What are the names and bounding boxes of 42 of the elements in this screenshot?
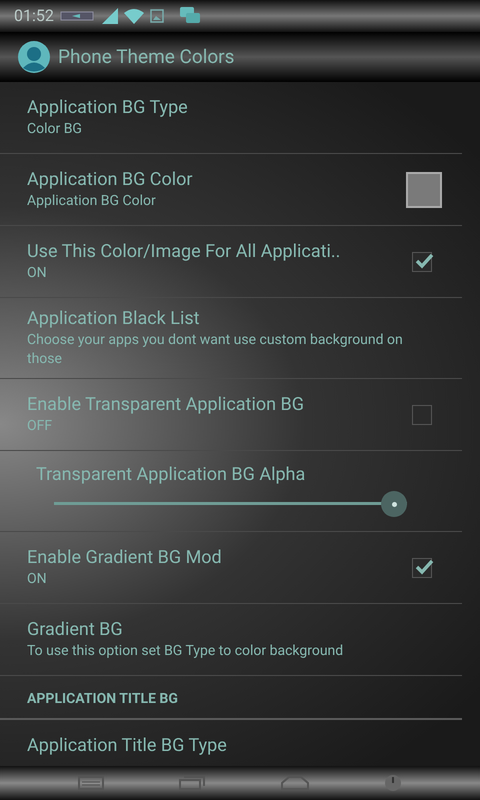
slider-thumb[interactable] bbox=[381, 491, 407, 517]
menu-icon[interactable] bbox=[78, 776, 104, 790]
chat-icon bbox=[180, 7, 200, 25]
home-icon[interactable] bbox=[280, 776, 309, 790]
setting-row[interactable]: Application BG Type Color BG bbox=[0, 82, 462, 154]
setting-row[interactable]: Application BG Color Application BG Color bbox=[0, 154, 462, 226]
setting-summary: ON bbox=[27, 264, 48, 283]
checkbox[interactable] bbox=[412, 252, 432, 272]
power-icon[interactable] bbox=[384, 774, 402, 792]
checkbox[interactable] bbox=[412, 558, 432, 578]
setting-summary: ON bbox=[27, 570, 48, 589]
signal-icon bbox=[102, 8, 118, 24]
setting-summary: Choose your apps you dont want use custom background on those bbox=[27, 331, 404, 369]
setting-title: Application Title BG Type bbox=[27, 734, 228, 758]
setting-row[interactable]: Use This Color/Image For All Applicati.. ON bbox=[0, 226, 462, 298]
person-icon bbox=[18, 41, 50, 73]
setting-title: Enable Gradient BG Mod bbox=[27, 546, 223, 570]
setting-row[interactable]: Application Black List Choose your apps you dont want use custom background on those bbox=[0, 298, 462, 379]
color-swatch[interactable] bbox=[406, 172, 442, 208]
setting-title: Enable Transparent Application BG bbox=[27, 393, 305, 417]
setting-summary: Color BG bbox=[27, 120, 83, 139]
wifi-icon bbox=[124, 8, 144, 24]
app-title: Phone Theme Colors bbox=[58, 44, 234, 70]
recent-apps-icon[interactable] bbox=[179, 776, 206, 790]
setting-title: Application Black List bbox=[27, 307, 201, 331]
clock: 01:52 bbox=[14, 5, 54, 27]
setting-summary: OFF bbox=[27, 417, 54, 436]
setting-summary: Application BG Color bbox=[27, 192, 157, 211]
setting-title: Application BG Color bbox=[27, 168, 194, 192]
slider-track[interactable] bbox=[54, 491, 407, 517]
section-header: APPLICATION TITLE BG bbox=[27, 691, 178, 707]
checkbox[interactable] bbox=[412, 404, 432, 424]
setting-row[interactable]: Gradient BG To use this option set BG Type to color background bbox=[0, 604, 462, 676]
setting-title: Application BG Type bbox=[27, 96, 189, 120]
setting-summary: To use this option set BG Type to color background bbox=[27, 642, 344, 661]
setting-row[interactable]: Enable Gradient BG Mod ON bbox=[0, 532, 462, 604]
image-icon bbox=[150, 9, 164, 23]
setting-title: Use This Color/Image For All Applicati.. bbox=[27, 240, 342, 264]
setting-title: Transparent Application BG Alpha bbox=[36, 464, 306, 485]
battery-icon bbox=[60, 10, 96, 22]
setting-title: Gradient BG bbox=[27, 618, 124, 642]
setting-row[interactable]: Enable Transparent Application BG OFF bbox=[0, 379, 462, 451]
